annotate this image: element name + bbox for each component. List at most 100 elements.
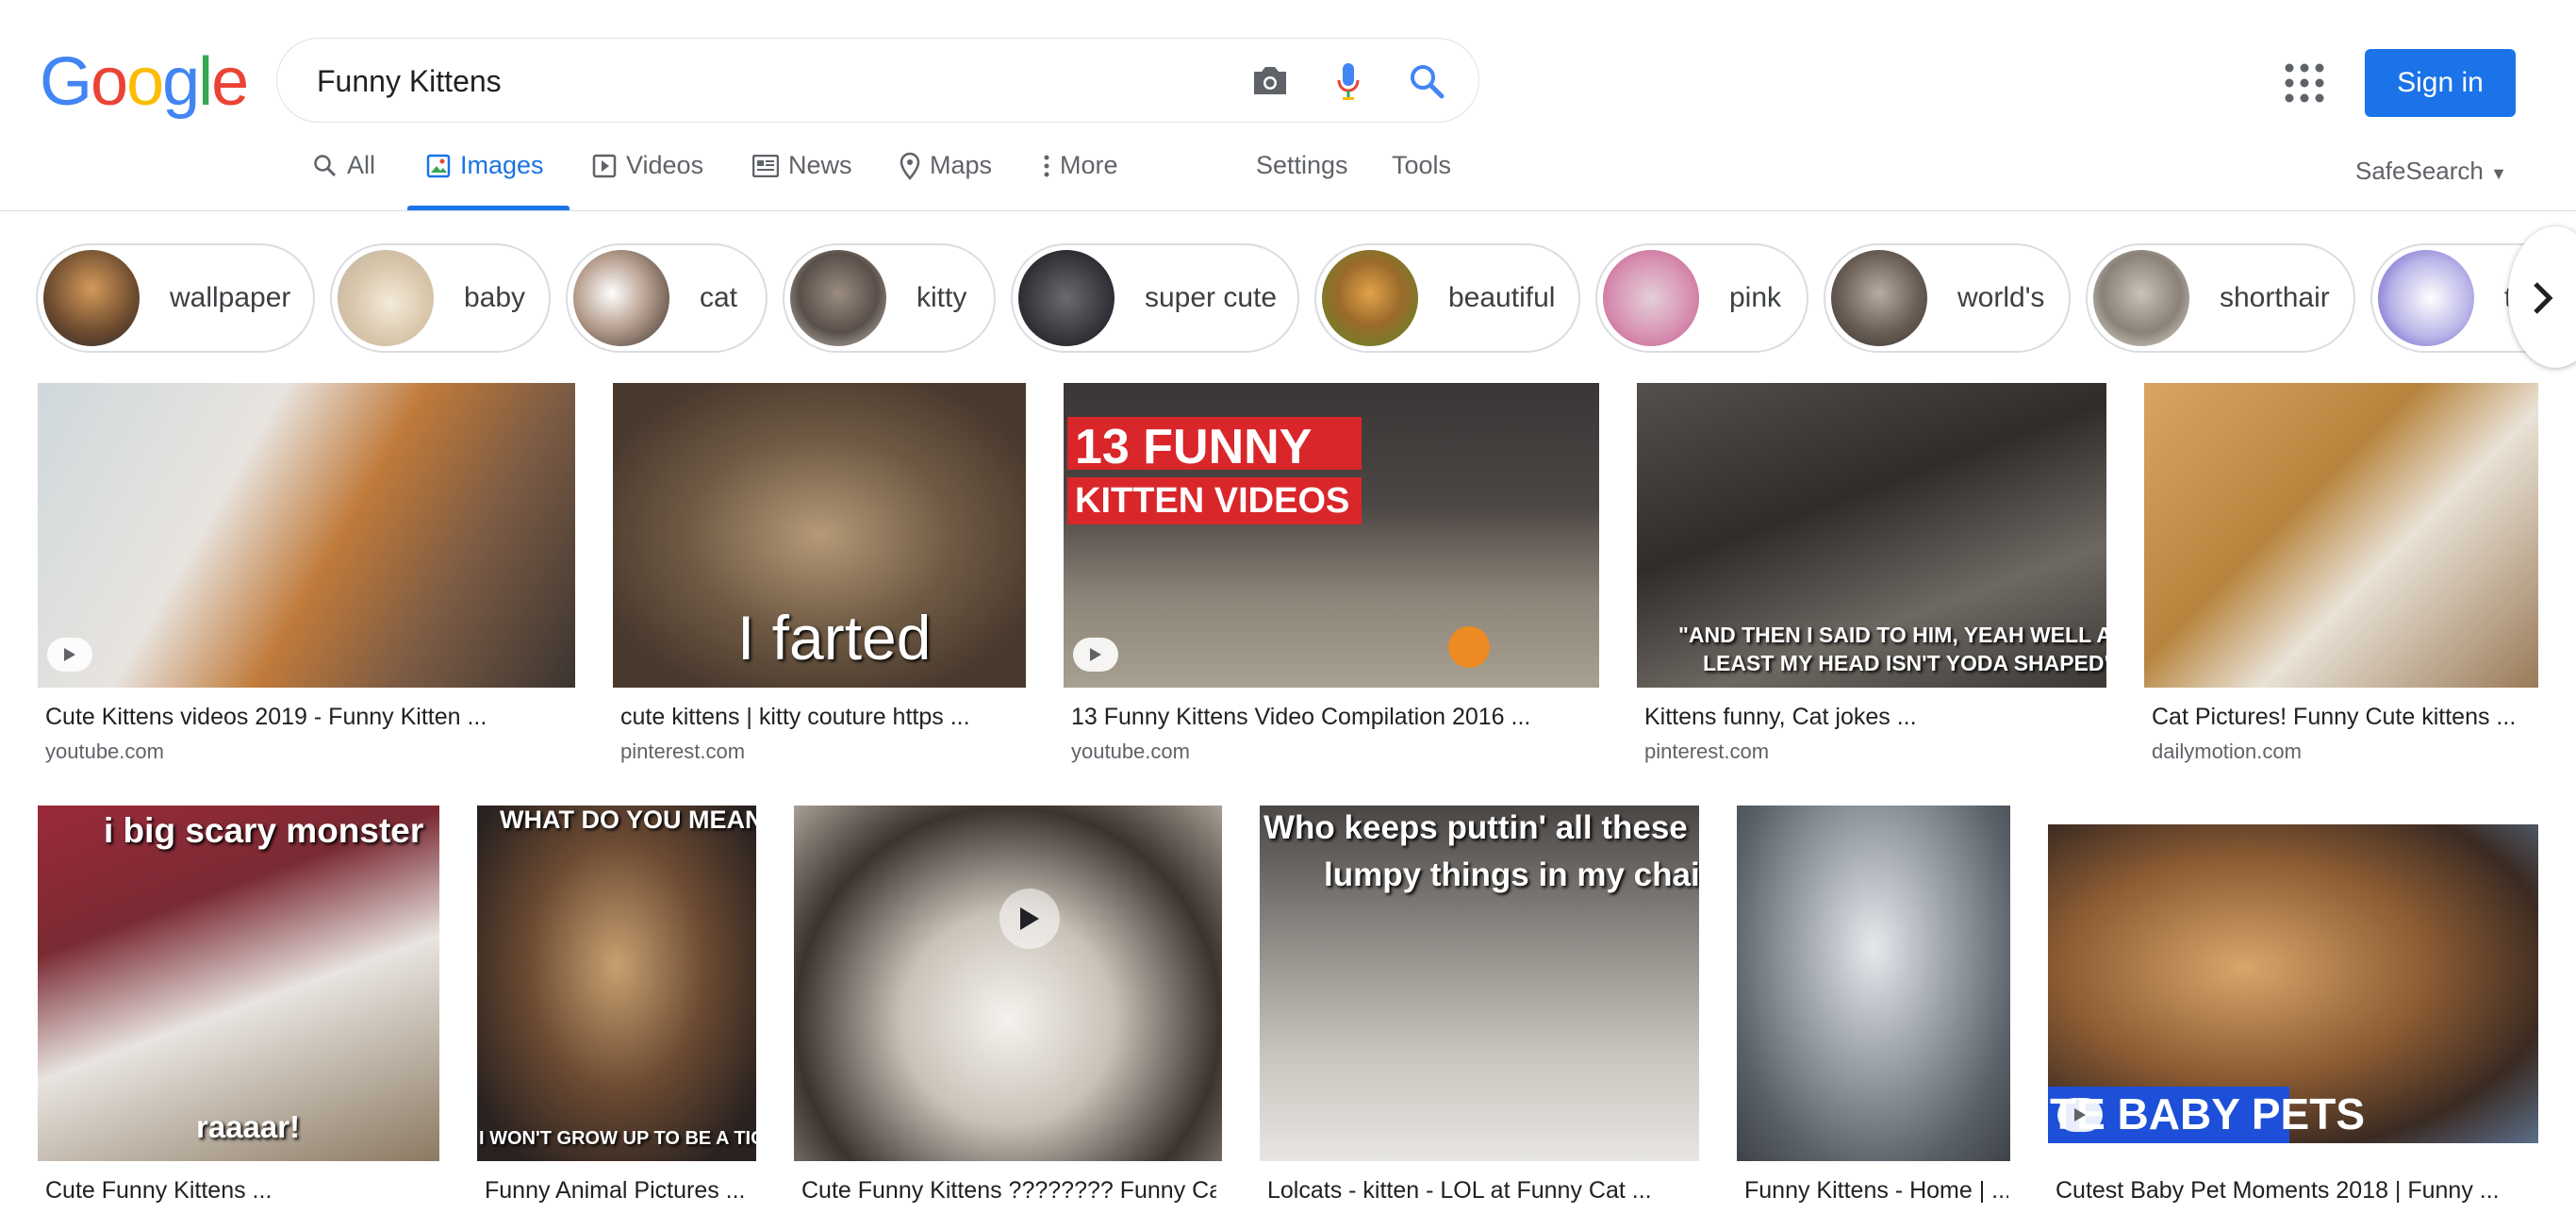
result-title[interactable]: Lolcats - kitten - LOL at Funny Cat ... bbox=[1267, 1177, 1692, 1205]
image-caption: I WON'T GROW UP TO BE A TIGER? bbox=[479, 1128, 756, 1149]
news-icon bbox=[752, 154, 779, 177]
image-caption: "AND THEN I SAID TO HIM, YEAH WELL AT bbox=[1678, 623, 2106, 647]
result-title[interactable]: cute kittens | kitty couture https ... bbox=[620, 704, 1026, 731]
tab-videos[interactable]: Videos bbox=[592, 151, 703, 180]
tab-label: Maps bbox=[930, 151, 993, 179]
search-icon[interactable] bbox=[1405, 59, 1448, 103]
image-caption: raaaar! bbox=[196, 1109, 301, 1144]
apps-grid-icon[interactable] bbox=[2282, 60, 2327, 106]
result-title[interactable]: Cutest Baby Pet Moments 2018 | Funny ... bbox=[2056, 1177, 2536, 1205]
tab-label: Videos bbox=[626, 151, 704, 179]
result-source: youtube.com bbox=[1071, 739, 1190, 763]
chevron-right-icon bbox=[2534, 282, 2553, 314]
result-image[interactable]: "AND THEN I SAID TO HIM, YEAH WELL AT LE… bbox=[1637, 383, 2106, 688]
result-title[interactable]: Cat Pictures! Funny Cute kittens ... bbox=[2152, 704, 2538, 731]
play-icon bbox=[2057, 1098, 2103, 1132]
result-image[interactable] bbox=[1737, 806, 2010, 1161]
google-logo[interactable]: Google bbox=[40, 43, 249, 121]
image-caption: WHAT DO YOU MEAN bbox=[500, 806, 756, 834]
dropdown-arrow-icon: ▼ bbox=[2490, 164, 2507, 183]
chip-wallpaper[interactable]: wallpaper bbox=[36, 243, 315, 353]
result-image[interactable]: 13 FUNNY KITTEN VIDEOS bbox=[1064, 383, 1599, 688]
result-title[interactable]: 13 Funny Kittens Video Compilation 2016 … bbox=[1071, 704, 1599, 731]
result-image[interactable]: I farted bbox=[613, 383, 1026, 688]
image-icon bbox=[426, 154, 451, 177]
chip-kitty[interactable]: kitty bbox=[783, 243, 996, 353]
more-vert-icon bbox=[1044, 155, 1049, 176]
chip-pink[interactable]: pink bbox=[1595, 243, 1808, 353]
result-image[interactable]: WHAT DO YOU MEAN I WON'T GROW UP TO BE A… bbox=[477, 806, 756, 1161]
camera-icon[interactable] bbox=[1248, 59, 1292, 103]
tab-all[interactable]: All bbox=[313, 151, 375, 180]
chip-thumbnail bbox=[1831, 250, 1927, 346]
result-image[interactable] bbox=[2144, 383, 2538, 688]
chip-thumbnail bbox=[2093, 250, 2189, 346]
chip-cat[interactable]: cat bbox=[566, 243, 768, 353]
chip-thumbnail bbox=[43, 250, 140, 346]
tab-news[interactable]: News bbox=[752, 151, 852, 180]
image-caption: i big scary monster bbox=[104, 811, 424, 850]
result-image[interactable]: i big scary monster raaaar! bbox=[38, 806, 439, 1161]
tab-more[interactable]: More bbox=[1043, 151, 1118, 180]
chip-label: beautiful bbox=[1448, 282, 1556, 313]
image-caption: KITTEN VIDEOS bbox=[1075, 481, 1350, 521]
logo-letter: o bbox=[91, 44, 128, 120]
play-icon bbox=[999, 889, 1060, 949]
video-icon bbox=[592, 154, 617, 177]
result-source: pinterest.com bbox=[620, 739, 746, 763]
tools-link[interactable]: Tools bbox=[1392, 151, 1451, 180]
chip-beautiful[interactable]: beautiful bbox=[1314, 243, 1580, 353]
logo-letter: l bbox=[198, 44, 213, 120]
chip-label: kitty bbox=[916, 282, 967, 313]
chip-label: baby bbox=[464, 282, 526, 313]
chip-label: pink bbox=[1729, 282, 1782, 313]
search-icon bbox=[314, 154, 337, 176]
logo-letter: G bbox=[40, 44, 92, 120]
result-source: youtube.com bbox=[45, 739, 164, 763]
play-icon bbox=[47, 638, 92, 672]
tab-images[interactable]: Images bbox=[426, 151, 544, 180]
chip-super-cute[interactable]: super cute bbox=[1011, 243, 1299, 353]
image-caption: LEAST MY HEAD ISN'T YODA SHAPED" bbox=[1703, 651, 2106, 675]
chip-shorthair[interactable]: shorthair bbox=[2086, 243, 2355, 353]
image-caption: Who keeps puttin' all these bbox=[1263, 809, 1688, 846]
chip-thumbnail bbox=[790, 250, 886, 346]
sign-in-button[interactable]: Sign in bbox=[2365, 49, 2516, 117]
result-title[interactable]: Cute Funny Kittens ???????? Funny Ca... bbox=[801, 1177, 1216, 1205]
chip-label: wallpaper bbox=[170, 282, 291, 313]
map-pin-icon bbox=[900, 152, 920, 180]
safesearch-menu[interactable]: SafeSearch ▼ bbox=[2355, 157, 2507, 186]
result-title[interactable]: Cute Funny Kittens ... bbox=[45, 1177, 432, 1205]
image-caption: 13 FUNNY bbox=[1075, 420, 1313, 474]
chip-label: shorthair bbox=[2220, 282, 2330, 313]
result-image[interactable] bbox=[38, 383, 575, 688]
result-image[interactable]: TE BABY PETS bbox=[2048, 824, 2538, 1143]
result-title[interactable]: Cute Kittens videos 2019 - Funny Kitten … bbox=[45, 704, 573, 731]
image-caption: lumpy things in my chair? bbox=[1324, 856, 1699, 893]
result-image[interactable]: Who keeps puttin' all these lumpy things… bbox=[1260, 806, 1699, 1161]
chip-label: world's bbox=[1957, 282, 2045, 313]
search-input[interactable] bbox=[315, 56, 1224, 107]
safesearch-label: SafeSearch bbox=[2355, 157, 2484, 185]
result-image[interactable] bbox=[794, 806, 1222, 1161]
microphone-icon[interactable] bbox=[1327, 59, 1370, 103]
header-divider bbox=[0, 210, 2576, 211]
result-source: dailymotion.com bbox=[2152, 739, 2302, 763]
tab-label: News bbox=[788, 151, 852, 179]
chip-worlds[interactable]: world's bbox=[1824, 243, 2071, 353]
logo-letter: e bbox=[211, 44, 249, 120]
tab-label: Images bbox=[460, 151, 544, 179]
result-source: pinterest.com bbox=[1644, 739, 1770, 763]
tab-maps[interactable]: Maps bbox=[900, 151, 992, 180]
chip-thumbnail bbox=[338, 250, 434, 346]
result-title[interactable]: Kittens funny, Cat jokes ... bbox=[1644, 704, 2106, 731]
orange-ball bbox=[1448, 626, 1490, 668]
settings-link[interactable]: Settings bbox=[1256, 151, 1348, 180]
chip-thumbnail bbox=[1322, 250, 1418, 346]
result-title[interactable]: Funny Kittens - Home | ... bbox=[1744, 1177, 2008, 1205]
chip-baby[interactable]: baby bbox=[330, 243, 551, 353]
chip-thumbnail bbox=[1018, 250, 1115, 346]
result-title[interactable]: Funny Animal Pictures ... bbox=[485, 1177, 758, 1205]
chip-label: cat bbox=[700, 282, 738, 313]
search-bar bbox=[276, 38, 1479, 123]
